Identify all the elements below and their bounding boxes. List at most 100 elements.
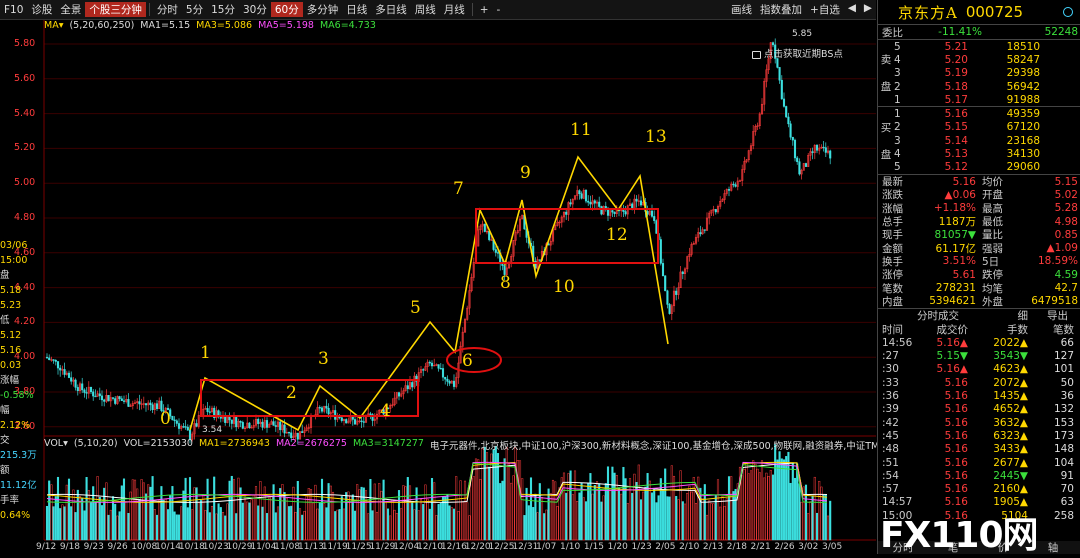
book-side-label: 买 [880,121,892,134]
ask-row[interactable]: 卖 4 5.20 58247 [878,53,1080,67]
volume-bar [582,497,585,541]
ask-row[interactable]: 1 5.17 91988 [878,93,1080,106]
index-overlay-button[interactable]: 指数叠加 [756,2,806,17]
overview-button[interactable]: 全景 [56,2,85,17]
candle-body [815,145,819,151]
concept-tags[interactable]: 电子元器件,北京板块,中证100,沪深300,新材料概念,深证100,基金增仓,… [430,438,885,452]
bid-row[interactable]: 5 5.12 29060 [878,161,1080,174]
volume-bar [791,462,794,541]
volume-bar [655,502,658,541]
period-tab-multimin[interactable]: 多分钟 [303,2,343,17]
volume-bar [109,509,112,541]
volume-bar [213,476,216,541]
tick-row: :27 5.15▼ 3543▼ 127 [878,350,1080,363]
wave-overlay: 012345678910111213 [160,120,669,432]
period-tab-day[interactable]: 日线 [342,2,371,17]
period-tab-multiday[interactable]: 多日线 [371,2,411,17]
period-tab-30min[interactable]: 30分 [239,2,271,17]
volume-bar [362,487,365,541]
volume-bar [569,470,572,541]
lock-icon [752,50,761,59]
weibi-label: 委比 [882,26,903,39]
search-icon[interactable] [1063,7,1073,17]
candle-body [650,210,654,217]
period-tab-timeshare[interactable]: 分时 [153,2,182,17]
zoom-out-button[interactable]: - [493,4,505,16]
next-icon[interactable]: ▶ [860,2,876,17]
volume-bar [809,501,812,541]
volume-bar [672,475,676,541]
date-tick-label: 12/04 [393,542,420,552]
stat-value: 5394621 [929,295,976,308]
volume-bar [635,482,638,541]
vol-selector[interactable]: VOL▾ [44,438,68,451]
date-tick-label: 2/10 [679,542,700,552]
period-tab-month[interactable]: 月线 [440,2,469,17]
volume-bar [807,513,810,541]
volume-bar [765,472,768,541]
candle-body [483,223,486,232]
volume-bar [461,501,464,541]
period-tab-week[interactable]: 周线 [411,2,440,17]
date-tick-label: 1/15 [583,542,605,552]
add-watchlist-button[interactable]: +自选 [806,2,844,17]
volume-bar [598,483,601,541]
volume-bar [419,499,423,541]
three-minute-button[interactable]: 个股三分钟 [85,2,146,17]
book-price: 5.19 [944,67,968,80]
period-tab-5min[interactable]: 5分 [182,2,207,17]
zoom-in-button[interactable]: + [476,4,493,16]
volume-bar [294,511,297,541]
volume-bar [457,511,460,541]
book-volume: 49359 [1006,108,1040,121]
volume-bar [391,499,394,541]
volume-bar [331,491,335,541]
wave-label-4: 4 [380,401,391,421]
crosshair-info-item: 低 [0,315,10,326]
bid-row[interactable]: 3 5.14 23168 [878,134,1080,147]
bid-row[interactable]: 1 5.16 49359 [878,107,1080,120]
f10-button[interactable]: F10 [0,4,27,16]
volume-bar [428,508,431,541]
tick-count: 91 [1060,469,1074,482]
volume-bar [763,477,766,541]
crosshair-info-item: 5.16 [0,345,22,356]
candle-body [56,361,60,369]
volume-bar [499,483,502,541]
bid-row[interactable]: 盘 4 5.13 34130 [878,147,1080,161]
volume-bar [301,514,304,541]
ask-row[interactable]: 盘 2 5.18 56942 [878,80,1080,94]
crosshair-info-item: 03/06 [0,240,28,251]
volume-bar [536,512,539,541]
weibi-value: -11.41% [938,26,982,38]
candle-body [439,368,442,370]
period-tab-15min[interactable]: 15分 [207,2,239,17]
volume-bar [789,482,792,541]
ask-row[interactable]: 5 5.21 18510 [878,40,1080,53]
volume-bar [215,513,218,541]
volume-bar [468,515,471,541]
period-tab-60min[interactable]: 60分 [270,2,303,17]
diagnose-button[interactable]: 诊股 [27,2,56,17]
prev-icon[interactable]: ◀ [844,2,860,17]
kline-chart[interactable]: 012345678910111213 [0,20,876,554]
volume-bar [232,479,236,541]
volume-bar [587,483,590,541]
candle-body [217,410,220,416]
volume-bar [400,508,403,541]
draw-line-button[interactable]: 画线 [727,2,756,17]
bid-row[interactable]: 买 2 5.15 67120 [878,121,1080,134]
candle-body [85,392,88,394]
ask-row[interactable]: 3 5.19 29398 [878,67,1080,80]
candle-body [598,201,601,207]
volume-bar [193,487,196,541]
stat-row: 金额 61.17亿 强弱 ▲1.09 [878,241,1080,255]
crosshair-info-item: 5.12 [0,330,22,341]
bs-points-hint[interactable]: 点击获取近期BS点 [752,46,843,60]
volume-bar [450,507,453,541]
candle-body [206,408,209,412]
volume-bar [818,480,821,541]
volume-bar [158,500,161,541]
volume-bar [252,495,255,541]
volume-bar [364,490,368,541]
